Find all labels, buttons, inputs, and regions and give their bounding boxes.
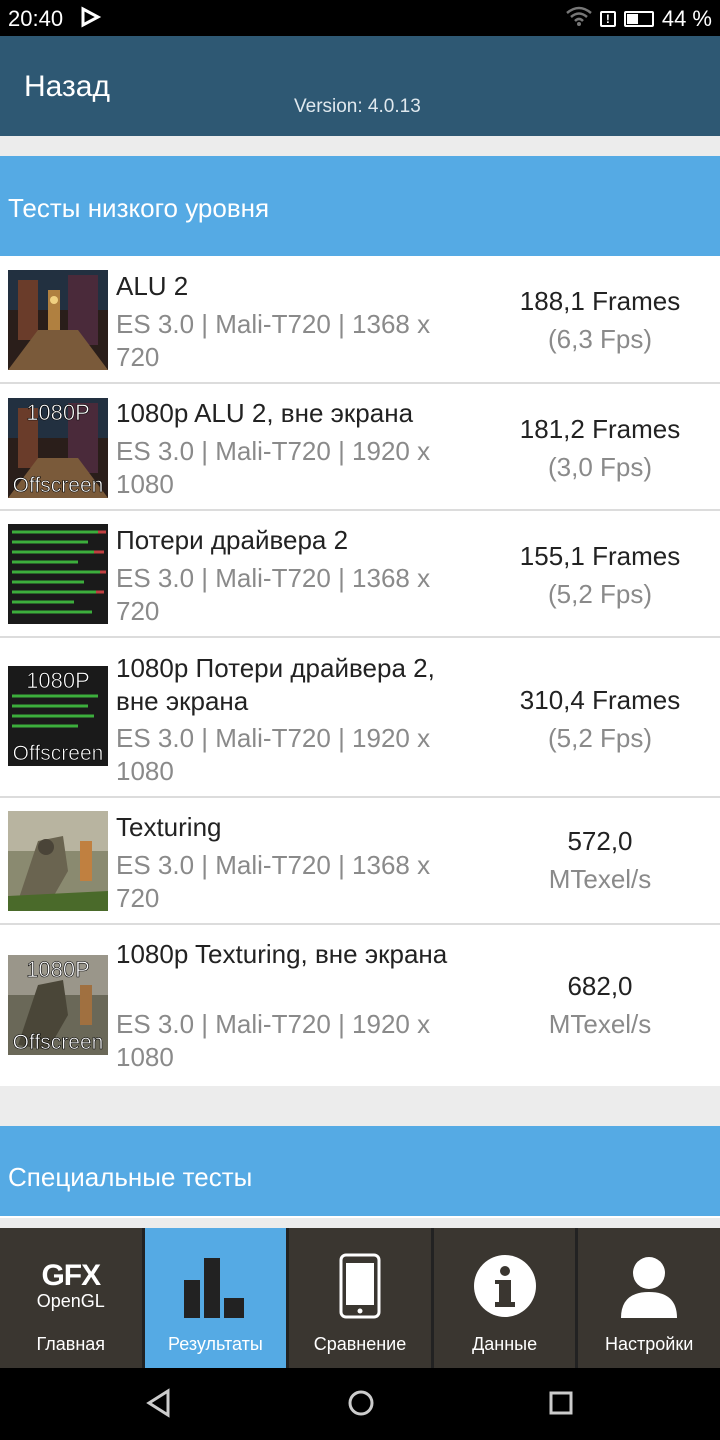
test-subtitle: ES 3.0 | Mali-T720 | 1920 x 1080 [116, 723, 431, 786]
test-row[interactable]: Потери драйвера 2 ES 3.0 | Mali-T720 | 1… [0, 511, 720, 638]
test-thumbnail: 1080P Offscreen [8, 666, 108, 766]
back-button[interactable]: Назад [24, 70, 110, 104]
section-header-special: Специальные тесты [0, 1126, 720, 1218]
alert-icon: ! [599, 11, 616, 27]
result-unit: MTexel/s [548, 1009, 652, 1039]
tab-label: Настройки [605, 1334, 694, 1354]
result-unit: (5,2 Fps) [547, 579, 653, 609]
result-unit: (3,0 Fps) [547, 452, 653, 482]
test-thumbnail: 1080P Offscreen [8, 398, 108, 498]
result-unit: MTexel/s [548, 864, 652, 894]
test-subtitle: ES 3.0 | Mali-T720 | 1920 x 1080 [116, 1009, 431, 1072]
badge-resolution: 1080P [26, 957, 90, 982]
home-circle-icon[interactable] [346, 1388, 376, 1423]
test-subtitle: ES 3.0 | Mali-T720 | 1368 x 720 [116, 563, 431, 626]
play-store-icon [80, 6, 102, 34]
tab-data[interactable]: Данные [433, 1228, 576, 1368]
version-label: Version: 4.0.13 [294, 96, 421, 117]
test-title: 1080p Texturing, вне экрана [116, 939, 448, 969]
test-row[interactable]: Texturing ES 3.0 | Mali-T720 | 1368 x 72… [0, 798, 720, 925]
tab-results[interactable]: Результаты [144, 1228, 287, 1368]
tab-settings[interactable]: Настройки [578, 1228, 720, 1368]
status-bar: 20:40 ! 44 % [0, 0, 720, 36]
result-unit: (6,3 Fps) [547, 324, 653, 354]
gfx-opengl-logo-icon: GFX OpenGL [36, 1259, 105, 1312]
badge-offscreen: Offscreen [13, 474, 104, 497]
battery-percent: 44 % [661, 6, 712, 31]
system-nav-bar [0, 1368, 720, 1440]
app-bar: Назад Version: 4.0.13 [0, 36, 720, 136]
info-icon [434, 1250, 576, 1322]
phone-icon [289, 1250, 431, 1322]
tab-home[interactable]: GFX OpenGL Главная [0, 1228, 142, 1368]
result-value: 310,4 Frames [519, 685, 681, 715]
badge-resolution: 1080P [26, 668, 90, 693]
test-result: 310,4 Frames (5,2 Fps) [480, 681, 720, 757]
user-icon [578, 1250, 720, 1322]
result-value: 572,0 [567, 826, 633, 856]
test-thumbnail [8, 811, 108, 911]
status-time: 20:40 [8, 6, 64, 31]
test-title: ALU 2 [116, 271, 189, 301]
test-title: Потери драйвера 2 [116, 525, 349, 555]
section-header-low-level: Тесты низкого уровня [0, 156, 720, 256]
badge-resolution: 1080P [26, 400, 90, 425]
test-title: 1080p Потери драйвера 2, вне экрана [116, 653, 435, 716]
test-result: 181,2 Frames (3,0 Fps) [480, 410, 720, 486]
test-title: Texturing [116, 812, 222, 842]
test-result: 188,1 Frames (6,3 Fps) [480, 282, 720, 358]
tab-label: Данные [472, 1334, 538, 1354]
status-icons: ! 44 % [566, 6, 712, 32]
wifi-icon [566, 6, 592, 32]
test-result: 682,0 MTexel/s [480, 967, 720, 1043]
tab-compare[interactable]: Сравнение [289, 1228, 431, 1368]
test-thumbnail: 1080P Offscreen [8, 955, 108, 1055]
badge-offscreen: Offscreen [13, 1031, 104, 1054]
test-list: ALU 2 ES 3.0 | Mali-T720 | 1368 x 720 18… [0, 256, 720, 1086]
test-result: 155,1 Frames (5,2 Fps) [480, 537, 720, 613]
result-value: 188,1 Frames [519, 286, 681, 316]
test-row[interactable]: 1080P Offscreen 1080p Потери драйвера 2,… [0, 638, 720, 798]
result-value: 155,1 Frames [519, 541, 681, 571]
result-value: 181,2 Frames [519, 414, 681, 444]
recents-square-icon[interactable] [548, 1388, 574, 1423]
result-value: 682,0 [567, 971, 633, 1001]
battery-icon [623, 11, 654, 27]
result-unit: (5,2 Fps) [547, 723, 653, 753]
test-thumbnail [8, 524, 108, 624]
bar-chart-icon [145, 1250, 287, 1322]
test-row[interactable]: 1080P Offscreen 1080p Texturing, вне экр… [0, 925, 720, 1086]
test-thumbnail [8, 270, 108, 370]
tab-label: Результаты [167, 1334, 263, 1354]
tab-label: Сравнение [313, 1334, 407, 1354]
tab-label: Главная [36, 1334, 106, 1354]
test-row[interactable]: 1080P Offscreen 1080p ALU 2, вне экрана … [0, 384, 720, 511]
bottom-tab-bar: GFX OpenGL Главная Результаты Сравнение … [0, 1228, 720, 1368]
test-subtitle: ES 3.0 | Mali-T720 | 1920 x 1080 [116, 436, 431, 499]
back-triangle-icon[interactable] [146, 1388, 172, 1423]
test-title: 1080p ALU 2, вне экрана [116, 398, 414, 428]
test-subtitle: ES 3.0 | Mali-T720 | 1368 x 720 [116, 309, 431, 372]
badge-offscreen: Offscreen [13, 742, 104, 765]
test-result: 572,0 MTexel/s [480, 822, 720, 898]
test-subtitle: ES 3.0 | Mali-T720 | 1368 x 720 [116, 850, 431, 913]
test-row[interactable]: ALU 2 ES 3.0 | Mali-T720 | 1368 x 720 18… [0, 256, 720, 384]
